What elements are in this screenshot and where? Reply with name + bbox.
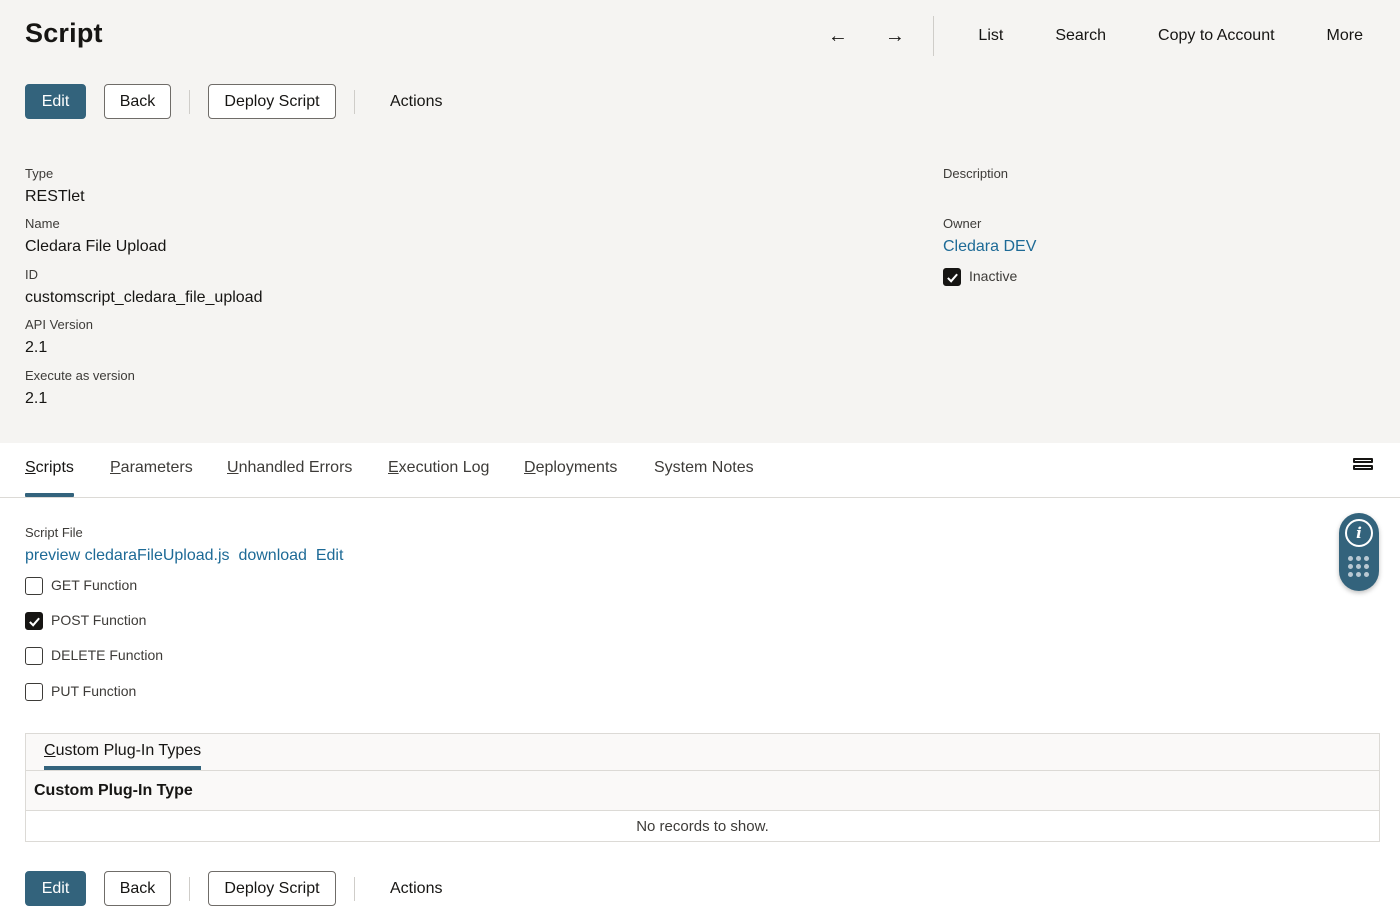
arrow-left-icon: ← [827, 24, 848, 47]
execute-as-version-label: Execute as version [25, 368, 135, 383]
record-header-area [0, 0, 1400, 443]
tab-parameters[interactable]: Parameters [110, 459, 193, 477]
script-file-links: preview cledaraFileUpload.js download Ed… [25, 547, 343, 565]
download-script-link[interactable]: download [238, 547, 307, 564]
get-function-label: GET Function [51, 577, 138, 593]
description-label: Description [943, 166, 1009, 181]
post-function-checkbox[interactable] [25, 612, 43, 630]
grip-dots-icon[interactable] [1348, 556, 1370, 578]
tab-unhandled-errors[interactable]: Unhandled Errors [227, 459, 352, 477]
back-button[interactable]: Back [104, 84, 171, 119]
preview-script-link[interactable]: preview cledaraFileUpload.js [25, 547, 230, 564]
inactive-checkbox[interactable] [943, 268, 961, 286]
owner-link[interactable]: Cledara DEV [943, 238, 1036, 256]
button-divider [354, 89, 355, 114]
type-value: RESTlet [25, 188, 85, 205]
next-record-button[interactable]: → [866, 16, 923, 56]
nav-copy-to-account-link[interactable]: Copy to Account [1132, 16, 1301, 56]
put-function-label: PUT Function [51, 683, 137, 699]
owner-label: Owner [943, 216, 982, 231]
id-label: ID [25, 267, 38, 282]
edit-button[interactable]: Edit [25, 84, 86, 119]
api-version-label: API Version [25, 317, 93, 332]
delete-function-label: DELETE Function [51, 647, 164, 663]
inactive-label: Inactive [969, 268, 1018, 284]
tab-execution-log[interactable]: Execution Log [388, 459, 489, 477]
get-function-checkbox[interactable] [25, 577, 43, 595]
page-title: Script [25, 18, 103, 48]
api-version-value: 2.1 [25, 339, 48, 356]
tab-custom-plugin-types[interactable]: Custom Plug-In Types [44, 742, 201, 760]
script-file-label: Script File [25, 525, 83, 540]
custom-plugin-types-sublist: Custom Plug-In Types Custom Plug-In Type… [25, 733, 1380, 842]
sublist-tab-bar: Custom Plug-In Types [26, 734, 1379, 771]
checkmark-icon [946, 273, 958, 283]
name-value: Cledara File Upload [25, 238, 167, 255]
record-nav: ← → List Search Copy to Account More [809, 16, 1400, 56]
empty-state-message: No records to show. [636, 818, 769, 835]
help-widget[interactable]: i [1339, 513, 1379, 591]
active-tab-indicator [25, 493, 74, 497]
subtab-bar: Scripts Parameters Unhandled Errors Exec… [0, 443, 1400, 498]
execute-as-version-value: 2.1 [25, 390, 48, 407]
button-divider [189, 89, 190, 114]
deploy-script-button[interactable]: Deploy Script [208, 84, 336, 119]
info-icon[interactable]: i [1345, 519, 1373, 547]
delete-function-checkbox[interactable] [25, 647, 43, 665]
tab-scripts[interactable]: Scripts [25, 459, 74, 477]
nav-divider [933, 16, 935, 56]
nav-list-link[interactable]: List [952, 16, 1029, 56]
post-function-label: POST Function [51, 612, 147, 628]
button-divider [189, 876, 190, 901]
tab-system-notes[interactable]: System Notes [654, 459, 754, 477]
put-function-checkbox[interactable] [25, 683, 43, 701]
previous-record-button[interactable]: ← [809, 16, 866, 56]
deploy-script-button[interactable]: Deploy Script [208, 871, 336, 906]
tab-deployments[interactable]: Deployments [524, 459, 617, 477]
actions-menu[interactable]: Actions [390, 880, 442, 898]
column-header-custom-plugin-type[interactable]: Custom Plug-In Type [26, 771, 1379, 811]
edit-script-link[interactable]: Edit [316, 547, 344, 564]
checkmark-icon [28, 617, 40, 627]
active-sublist-tab-indicator [44, 766, 201, 770]
arrow-right-icon: → [884, 24, 905, 47]
actions-menu[interactable]: Actions [390, 93, 442, 111]
button-divider [354, 876, 355, 901]
name-label: Name [25, 216, 60, 231]
top-button-bar: Edit Back Deploy Script Actions [25, 84, 442, 119]
id-value: customscript_cledara_file_upload [25, 289, 263, 306]
stacked-view-icon[interactable] [1353, 458, 1373, 478]
bottom-button-bar: Edit Back Deploy Script Actions [25, 871, 442, 906]
nav-more-link[interactable]: More [1301, 16, 1400, 56]
edit-button[interactable]: Edit [25, 871, 86, 906]
nav-search-link[interactable]: Search [1029, 16, 1132, 56]
type-label: Type [25, 166, 54, 181]
back-button[interactable]: Back [104, 871, 171, 906]
